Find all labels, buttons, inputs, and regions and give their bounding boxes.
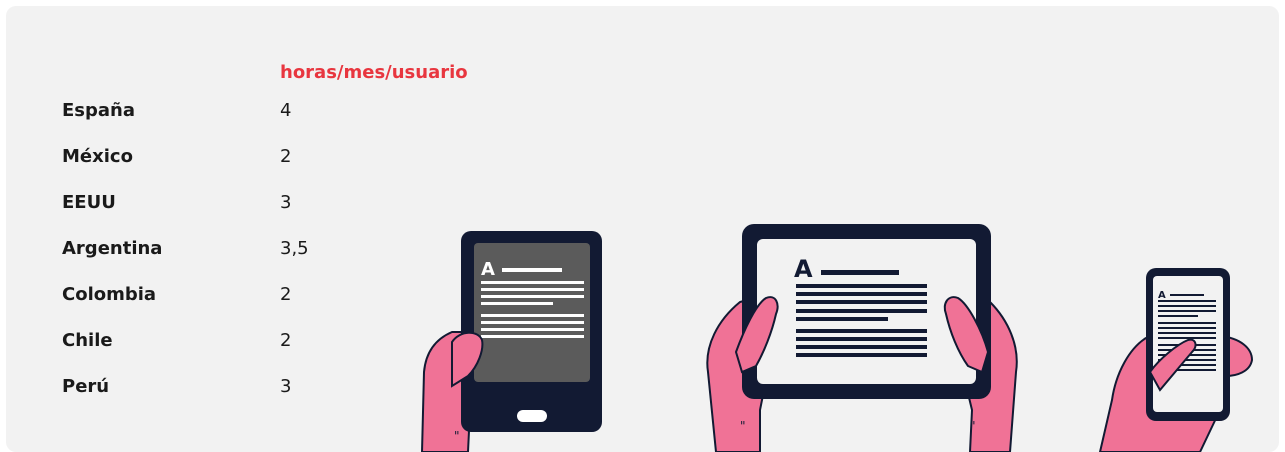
svg-text:": " bbox=[970, 419, 976, 433]
svg-text:": " bbox=[454, 429, 460, 443]
device-letter: A bbox=[1158, 290, 1166, 301]
reading-stats-card: horas/mes/usuario España 4 México 2 EEUU… bbox=[6, 6, 1279, 452]
device-letter: A bbox=[481, 259, 495, 280]
ereader-device: A " bbox=[420, 231, 602, 452]
reading-devices-illustration: A " A " " A bbox=[420, 224, 1254, 452]
phone-device: A bbox=[1098, 268, 1254, 452]
device-letter: A bbox=[794, 255, 813, 283]
tablet-device: A " " bbox=[706, 224, 1018, 452]
svg-text:": " bbox=[740, 419, 746, 433]
